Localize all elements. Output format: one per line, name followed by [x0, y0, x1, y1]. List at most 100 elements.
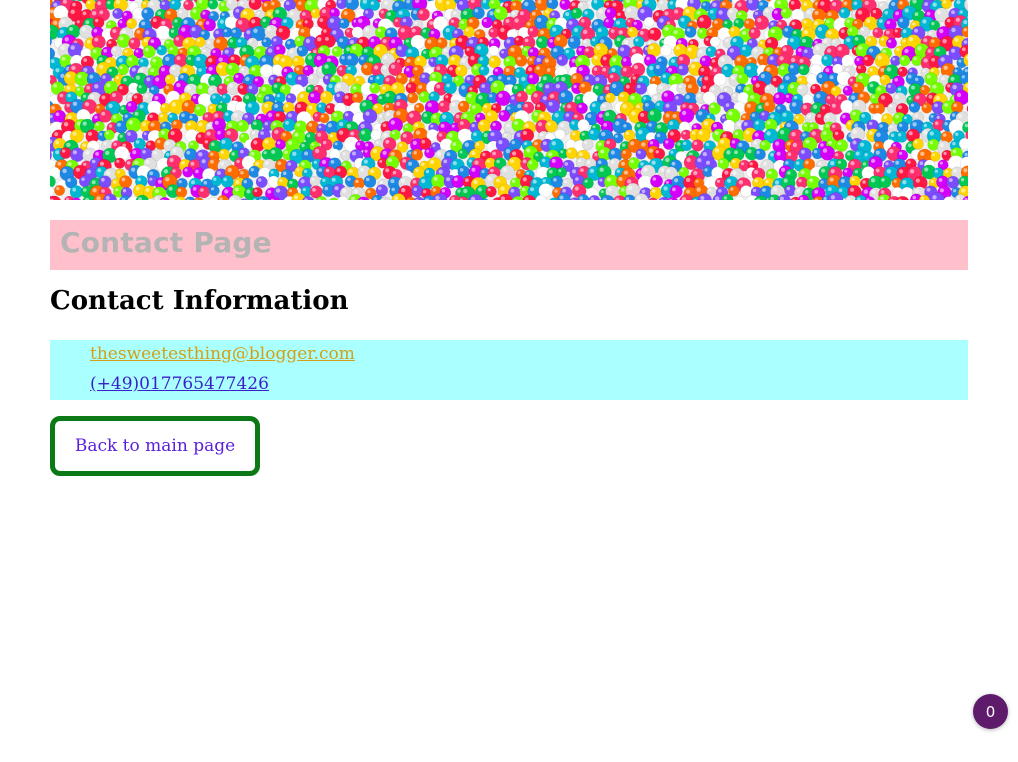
ball-highlight [704, 76, 709, 81]
ball-highlight [851, 177, 855, 181]
ball-highlight [264, 103, 269, 108]
ball-highlight [237, 39, 242, 43]
ball-highlight [886, 67, 892, 72]
ball-highlight [673, 30, 678, 35]
ball-highlight [309, 75, 314, 79]
ball-highlight [411, 28, 416, 33]
ball-highlight [875, 150, 880, 155]
ball-highlight [345, 112, 349, 117]
ball-highlight [663, 92, 668, 97]
ball-highlight [50, 96, 54, 101]
ball-highlight [723, 196, 728, 200]
ball-highlight [561, 0, 565, 4]
ball-highlight [914, 140, 918, 144]
ball-highlight [305, 38, 311, 44]
ball [734, 195, 745, 200]
ball-highlight [506, 123, 511, 128]
ball-highlight [861, 28, 865, 32]
ball-highlight [725, 103, 730, 107]
ball-highlight [185, 1, 189, 5]
ball-highlight [793, 30, 797, 35]
ball-highlight [542, 179, 546, 183]
ball-highlight [849, 78, 853, 82]
ball-highlight [496, 159, 500, 164]
ball-highlight [939, 143, 944, 148]
ball-highlight [889, 104, 893, 108]
ball-highlight [445, 28, 450, 33]
ball-highlight [530, 187, 535, 192]
ball-highlight [559, 195, 564, 200]
ball-highlight [810, 124, 814, 128]
ball-highlight [257, 115, 262, 120]
ball [659, 44, 672, 57]
email-link[interactable]: thesweetesthing@blogger.com [90, 344, 355, 364]
ball-highlight [938, 178, 943, 182]
ball-highlight [380, 21, 386, 26]
ball [895, 130, 908, 143]
ball-highlight [217, 130, 221, 135]
ball-highlight [353, 189, 358, 194]
ball-highlight [438, 133, 443, 137]
ball-highlight [317, 132, 322, 137]
ball-highlight [782, 9, 786, 13]
ball-highlight [459, 1, 463, 5]
ball-highlight [846, 19, 850, 23]
ball-highlight [238, 20, 243, 25]
ball-highlight [61, 19, 66, 24]
ball-highlight [664, 26, 669, 32]
ball-highlight [856, 57, 860, 62]
ball-highlight [745, 130, 750, 135]
ball-highlight [198, 122, 203, 127]
ball [702, 91, 716, 105]
ball-highlight [897, 87, 902, 92]
ball-highlight [346, 29, 350, 33]
ball-highlight [292, 30, 297, 35]
ball [93, 120, 105, 132]
ball-highlight [338, 121, 344, 127]
ball-highlight [941, 76, 945, 81]
ball [358, 127, 373, 142]
ball-highlight [503, 133, 507, 137]
ball-highlight [369, 76, 373, 81]
back-to-main-button[interactable]: Back to main page [50, 416, 260, 476]
ball-highlight [363, 159, 368, 164]
phone-link[interactable]: (+49)017765477426 [90, 374, 269, 394]
ball-highlight [121, 106, 125, 110]
ball-highlight [779, 130, 785, 135]
ball-highlight [313, 160, 317, 164]
ball-highlight [580, 168, 584, 173]
ball-highlight [704, 168, 708, 172]
ball-highlight [813, 104, 818, 109]
ball-highlight [92, 49, 97, 54]
ball-highlight [869, 68, 873, 72]
ball-highlight [413, 151, 417, 155]
ball-highlight [101, 189, 105, 193]
section-heading: Contact Information [50, 286, 349, 316]
ball-highlight [300, 28, 305, 33]
ball-highlight [738, 74, 743, 79]
ball-highlight [370, 38, 375, 43]
ball-highlight [460, 131, 465, 136]
ball [649, 186, 663, 200]
ball-highlight [763, 161, 767, 166]
ball-highlight [765, 9, 769, 13]
ball [966, 105, 968, 113]
ball [375, 184, 389, 197]
ball-highlight [792, 142, 798, 148]
counter-badge[interactable]: 0 [973, 694, 1008, 729]
ball-highlight [964, 68, 968, 73]
ball [838, 7, 851, 19]
ball-highlight [585, 48, 589, 52]
ball-highlight [476, 114, 480, 118]
ball-highlight [172, 169, 176, 173]
ball-highlight [460, 20, 464, 25]
ball-highlight [347, 66, 351, 71]
ball-highlight [894, 94, 900, 99]
ball-highlight [844, 169, 848, 173]
ball-highlight [568, 20, 573, 25]
ball-highlight [419, 10, 424, 15]
ball-highlight [685, 9, 690, 14]
ball-highlight [477, 187, 482, 192]
ball-highlight [585, 94, 590, 99]
ball-highlight [817, 27, 823, 32]
